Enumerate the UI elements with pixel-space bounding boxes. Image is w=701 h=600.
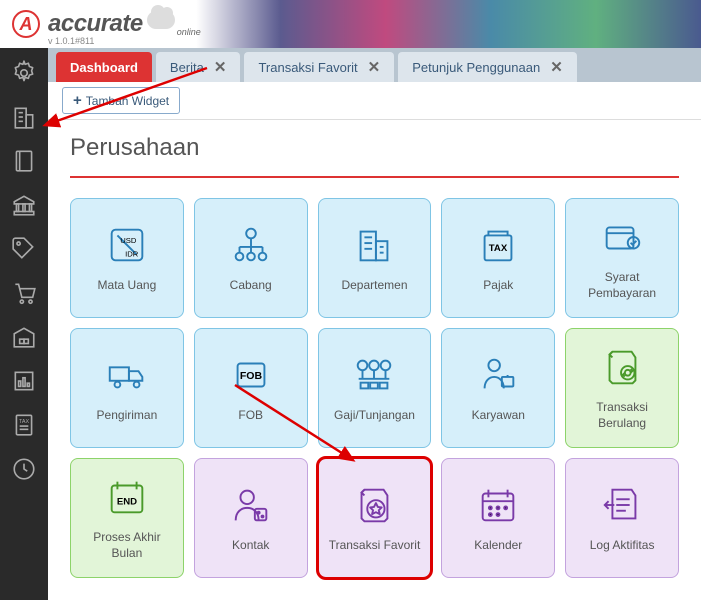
building-icon[interactable] — [11, 104, 37, 130]
card-departemen[interactable]: Departemen — [318, 198, 432, 318]
favorite-icon — [351, 482, 397, 528]
card-label: Pengiriman — [97, 408, 158, 424]
tab-label: Petunjuk Penggunaan — [412, 60, 540, 75]
tax-icon: TAX — [475, 222, 521, 268]
card-kalender[interactable]: Kalender — [441, 458, 555, 578]
employee-icon — [475, 352, 521, 398]
truck-icon — [104, 352, 150, 398]
fob-icon: FOB — [228, 352, 274, 398]
tab-label: Berita — [170, 60, 204, 75]
card-kontak[interactable]: Kontak — [194, 458, 308, 578]
card-karyawan[interactable]: Karyawan — [441, 328, 555, 448]
card-cabang[interactable]: Cabang — [194, 198, 308, 318]
log-icon — [599, 482, 645, 528]
brand-name: accurate — [48, 10, 143, 38]
card-log-aktifitas[interactable]: Log Aktifitas — [565, 458, 679, 578]
page-title: Perusahaan — [70, 134, 679, 162]
tab-transaksi-favorit[interactable]: Transaksi Favorit ✕ — [244, 52, 394, 82]
card-grid: USD IDR Mata Uang Cabang Departemen TAX Pajak S… — [70, 198, 679, 578]
calendar-icon — [475, 482, 521, 528]
gear-icon[interactable] — [11, 60, 37, 86]
tab-label: Transaksi Favorit — [258, 60, 357, 75]
card-label: Transaksi Berulang — [574, 400, 670, 431]
card-transaksi-berulang[interactable]: Transaksi Berulang — [565, 328, 679, 448]
branch-icon — [228, 222, 274, 268]
card-label: Log Aktifitas — [590, 538, 655, 554]
card-label: Karyawan — [472, 408, 525, 424]
card-transaksi-favorit[interactable]: Transaksi Favorit — [318, 458, 432, 578]
card-label: Syarat Pembayaran — [574, 270, 670, 301]
app-header: A accurate online v 1.0.1#811 — [0, 0, 701, 48]
bank-icon[interactable] — [11, 192, 37, 218]
recurring-icon — [599, 344, 645, 390]
tabs: DashboardBerita✕Transaksi Favorit✕Petunj… — [48, 48, 701, 82]
add-widget-button[interactable]: Tambah Widget — [62, 87, 180, 114]
building-icon — [351, 222, 397, 268]
brand-subtext: online — [177, 27, 201, 37]
svg-text:TAX: TAX — [19, 419, 30, 425]
card-label: FOB — [238, 408, 263, 424]
money-icon — [351, 352, 397, 398]
card-syarat-pembayaran[interactable]: Syarat Pembayaran — [565, 198, 679, 318]
wallet-icon — [599, 214, 645, 260]
tax-calc-icon[interactable]: TAX — [11, 412, 37, 438]
card-label: Departemen — [341, 278, 407, 294]
card-label: Gaji/Tunjangan — [334, 408, 415, 424]
refresh-icon[interactable] — [11, 456, 37, 482]
close-icon[interactable]: ✕ — [368, 58, 381, 76]
book-icon[interactable] — [11, 148, 37, 174]
card-label: Proses Akhir Bulan — [79, 530, 175, 561]
warehouse-icon[interactable] — [11, 324, 37, 350]
card-label: Kontak — [232, 538, 269, 554]
card-fob[interactable]: FOB FOB — [194, 328, 308, 448]
page: Perusahaan USD IDR Mata Uang Cabang Departem… — [48, 120, 701, 600]
version-text: v 1.0.1#811 — [48, 36, 94, 46]
card-mata-uang[interactable]: USD IDR Mata Uang — [70, 198, 184, 318]
svg-text:FOB: FOB — [240, 370, 263, 382]
card-proses-akhir-bulan[interactable]: END Proses Akhir Bulan — [70, 458, 184, 578]
card-label: Cabang — [230, 278, 272, 294]
sidebar: TAX — [0, 48, 48, 600]
report-icon[interactable] — [11, 368, 37, 394]
cloud-icon — [147, 11, 175, 29]
close-icon[interactable]: ✕ — [214, 58, 227, 76]
card-label: Kalender — [474, 538, 522, 554]
card-label: Pajak — [483, 278, 513, 294]
tag-icon[interactable] — [11, 236, 37, 262]
tab-label: Dashboard — [70, 60, 138, 75]
logo-badge-icon: A — [12, 10, 40, 38]
card-label: Mata Uang — [98, 278, 157, 294]
svg-text:USD: USD — [120, 236, 137, 245]
svg-text:IDR: IDR — [125, 250, 139, 259]
svg-text:TAX: TAX — [489, 243, 508, 254]
tab-dashboard[interactable]: Dashboard — [56, 52, 152, 82]
card-pengiriman[interactable]: Pengiriman — [70, 328, 184, 448]
toolbar: Tambah Widget — [48, 82, 701, 120]
divider — [70, 176, 679, 178]
tab-petunjuk-penggunaan[interactable]: Petunjuk Penggunaan ✕ — [398, 52, 577, 82]
tab-berita[interactable]: Berita ✕ — [156, 52, 241, 82]
svg-text:END: END — [117, 497, 137, 508]
currency-icon: USD IDR — [104, 222, 150, 268]
monthend-icon: END — [104, 474, 150, 520]
contact-icon — [228, 482, 274, 528]
card-pajak[interactable]: TAX Pajak — [441, 198, 555, 318]
close-icon[interactable]: ✕ — [550, 58, 563, 76]
card-label: Transaksi Favorit — [329, 538, 421, 554]
card-gaji-tunjangan[interactable]: Gaji/Tunjangan — [318, 328, 432, 448]
cart-icon[interactable] — [11, 280, 37, 306]
